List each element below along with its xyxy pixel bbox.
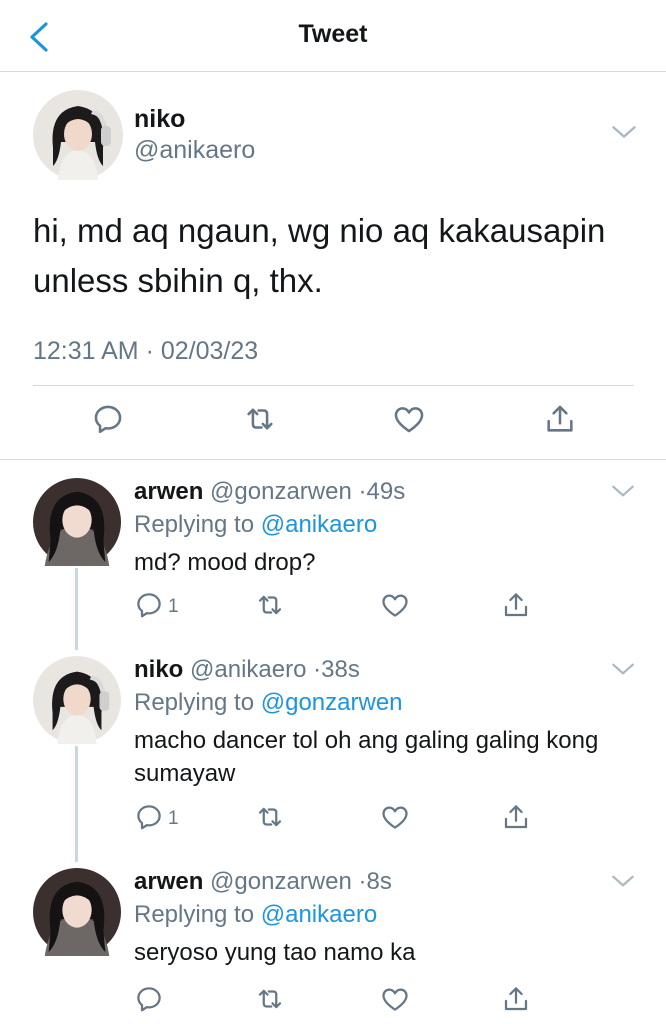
replying-label: Replying to xyxy=(134,511,255,538)
replying-label: Replying to xyxy=(134,689,255,716)
main-tweet: niko @anikaero hi, md aq ngaun, wg nio a… xyxy=(0,72,666,460)
reply-time[interactable]: 49s xyxy=(367,478,406,505)
share-icon[interactable] xyxy=(501,590,531,620)
reply-time[interactable]: 8s xyxy=(367,868,392,895)
mention-link[interactable]: @anikaero xyxy=(261,511,377,538)
divider xyxy=(33,385,634,386)
like-icon[interactable] xyxy=(380,984,410,1014)
share-icon[interactable] xyxy=(501,984,531,1014)
reply-actions: 1 xyxy=(0,802,666,834)
retweet-icon[interactable] xyxy=(255,802,285,832)
reply-icon[interactable] xyxy=(91,402,125,436)
reply-icon[interactable] xyxy=(134,802,164,832)
author-handle[interactable]: @anikaero xyxy=(190,656,306,683)
mention-link[interactable]: @anikaero xyxy=(261,901,377,928)
reply-tweet: arwen @gonzarwen ·49s Replying to @anika… xyxy=(0,460,666,650)
replying-to: Replying to @gonzarwen xyxy=(134,689,403,717)
mention-link[interactable]: @gonzarwen xyxy=(261,689,403,716)
reply-header: niko @anikaero ·38s xyxy=(134,656,360,684)
author-name[interactable]: arwen xyxy=(134,478,203,505)
separator-dot: · xyxy=(358,478,367,505)
reply-actions: 1 xyxy=(0,590,666,622)
replying-label: Replying to xyxy=(134,901,255,928)
author-name[interactable]: niko xyxy=(134,105,185,134)
author-handle[interactable]: @gonzarwen xyxy=(210,868,352,895)
top-bar: Tweet xyxy=(0,0,666,72)
reply-count: 1 xyxy=(168,808,179,829)
tweet-text: hi, md aq ngaun, wg nio aq kakausapin un… xyxy=(33,212,606,299)
chevron-down-icon[interactable] xyxy=(610,122,638,142)
reply-icon[interactable] xyxy=(134,984,164,1014)
tweet-actions xyxy=(0,402,666,442)
reply-count: 1 xyxy=(168,596,179,617)
reply-text: seryoso yung tao namo ka xyxy=(134,939,416,966)
chevron-down-icon[interactable] xyxy=(610,872,636,890)
page-title: Tweet xyxy=(298,20,368,48)
reply-text: md? mood drop? xyxy=(134,549,316,576)
reply-header: arwen @gonzarwen ·49s xyxy=(134,478,405,506)
share-icon[interactable] xyxy=(543,402,577,436)
share-icon[interactable] xyxy=(501,802,531,832)
tweet-timestamp[interactable]: 12:31 AM · 02/03/23 xyxy=(33,337,258,366)
like-icon[interactable] xyxy=(380,802,410,832)
author-handle[interactable]: @anikaero xyxy=(134,136,255,165)
avatar[interactable] xyxy=(33,868,121,956)
reply-tweet: arwen @gonzarwen ·8s Replying to @anikae… xyxy=(0,850,666,1024)
avatar[interactable] xyxy=(33,478,121,566)
reply-icon[interactable] xyxy=(134,590,164,620)
replying-to: Replying to @anikaero xyxy=(134,901,377,929)
avatar[interactable] xyxy=(33,90,123,180)
chevron-down-icon[interactable] xyxy=(610,482,636,500)
reply-actions xyxy=(0,984,666,1016)
author-name[interactable]: arwen xyxy=(134,868,203,895)
author-name[interactable]: niko xyxy=(134,656,183,683)
separator-dot: · xyxy=(358,868,367,895)
author-handle[interactable]: @gonzarwen xyxy=(210,478,352,505)
reply-header: arwen @gonzarwen ·8s xyxy=(134,868,392,896)
replying-to: Replying to @anikaero xyxy=(134,511,377,539)
reply-tweet: niko @anikaero ·38s Replying to @gonzarw… xyxy=(0,638,666,862)
chevron-down-icon[interactable] xyxy=(610,660,636,678)
like-icon[interactable] xyxy=(392,402,426,436)
like-icon[interactable] xyxy=(380,590,410,620)
retweet-icon[interactable] xyxy=(243,402,277,436)
reply-time[interactable]: 38s xyxy=(321,656,360,683)
avatar[interactable] xyxy=(33,656,121,744)
reply-text: macho dancer tol oh ang galing galing ko… xyxy=(134,727,599,787)
retweet-icon[interactable] xyxy=(255,984,285,1014)
separator-dot: · xyxy=(313,656,322,683)
retweet-icon[interactable] xyxy=(255,590,285,620)
